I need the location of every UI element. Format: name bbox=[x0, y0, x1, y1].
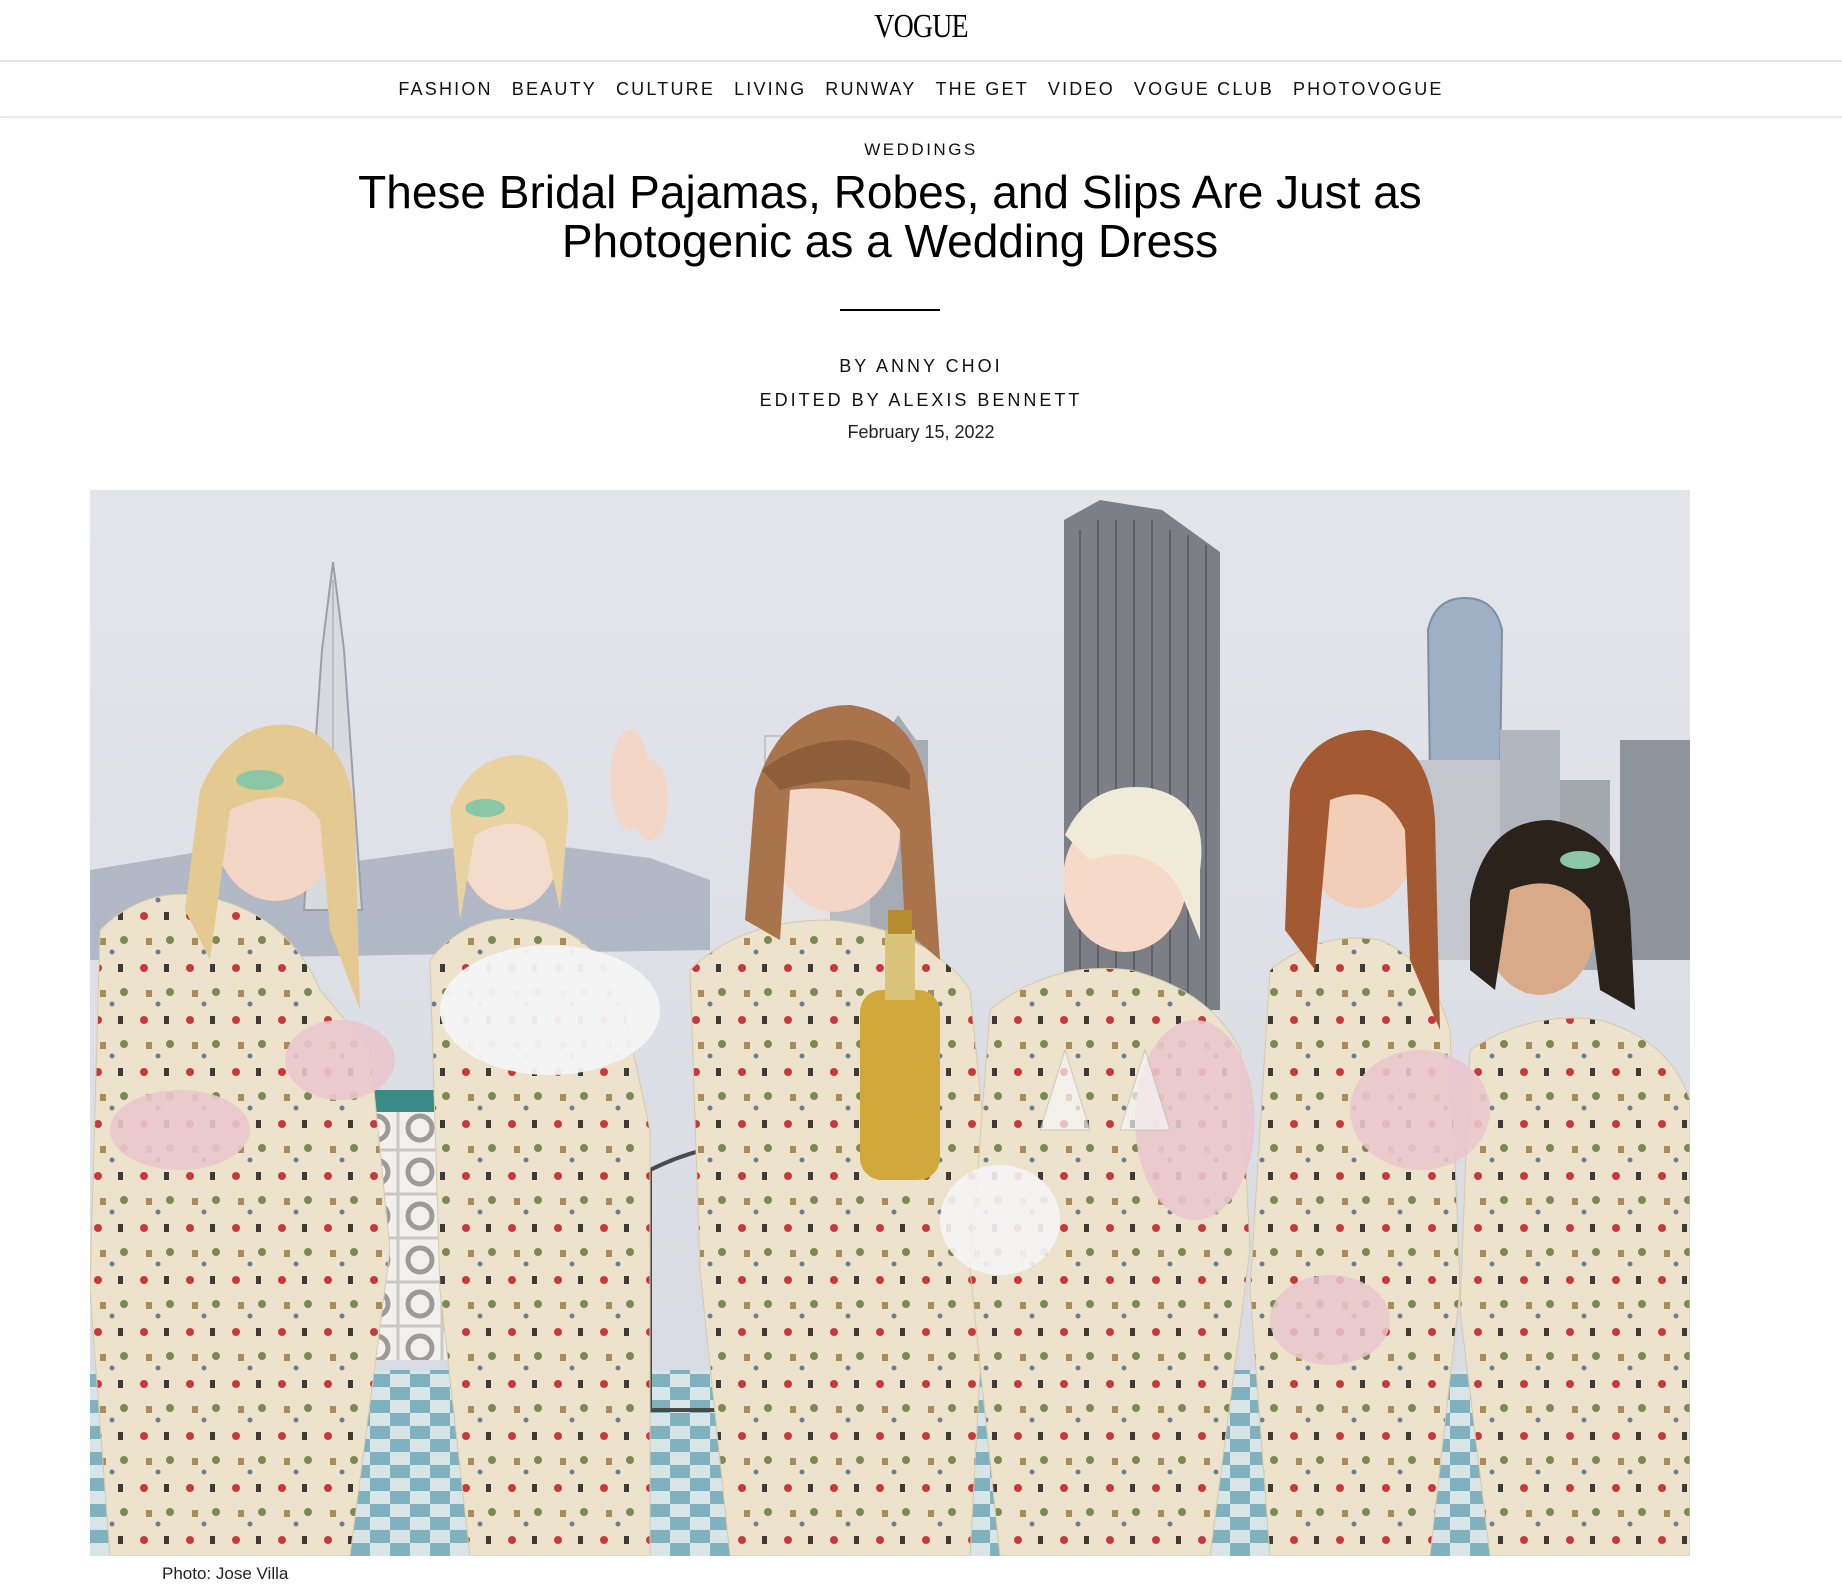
photo-credit: Photo: Jose Villa bbox=[162, 1564, 289, 1583]
nav-item-photovogue[interactable]: PHOTOVOGUE bbox=[1293, 79, 1444, 100]
nav-item-vogue-club[interactable]: VOGUE CLUB bbox=[1134, 79, 1274, 100]
article-rubric[interactable]: WEDDINGS bbox=[0, 140, 1842, 160]
editor-byline[interactable]: EDITED BY ALEXIS BENNETT bbox=[0, 390, 1842, 411]
article-headline: These Bridal Pajamas, Robes, and Slips A… bbox=[358, 166, 1422, 267]
nav-item-fashion[interactable]: FASHION bbox=[398, 79, 492, 100]
hero-photo-illustration bbox=[90, 490, 1690, 1556]
nav-item-living[interactable]: LIVING bbox=[734, 79, 806, 100]
nav-item-runway[interactable]: RUNWAY bbox=[825, 79, 916, 100]
nav-item-culture[interactable]: CULTURE bbox=[616, 79, 715, 100]
nav-item-the-get[interactable]: THE GET bbox=[935, 79, 1028, 100]
main-navigation: FASHION BEAUTY CULTURE LIVING RUNWAY THE GET V… bbox=[0, 62, 1842, 118]
hero-photo[interactable] bbox=[90, 490, 1690, 1556]
publish-date: February 15, 2022 bbox=[847, 422, 995, 442]
nav-list: FASHION BEAUTY CULTURE LIVING RUNWAY THE GET V… bbox=[389, 79, 1453, 100]
nav-item-video[interactable]: VIDEO bbox=[1048, 79, 1115, 100]
site-header: VOGUE bbox=[0, 0, 1842, 62]
nav-item-beauty[interactable]: BEAUTY bbox=[512, 79, 597, 100]
vogue-logo[interactable]: VOGUE bbox=[166, 8, 1676, 46]
author-byline[interactable]: BY ANNY CHOI bbox=[0, 356, 1842, 377]
headline-divider bbox=[840, 309, 940, 311]
